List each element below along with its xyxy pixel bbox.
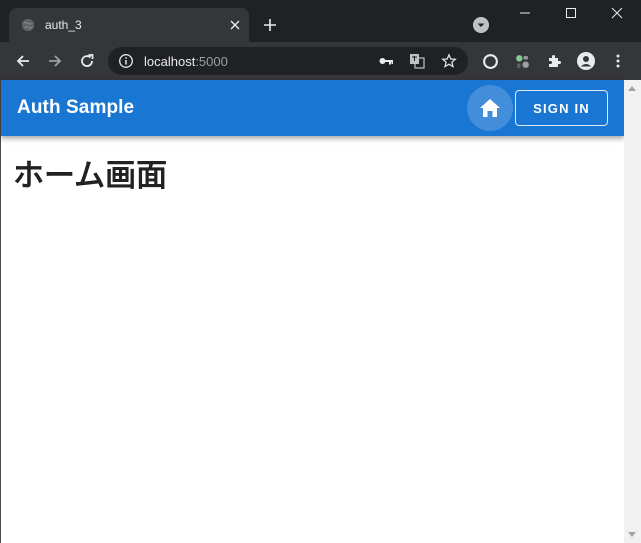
tab-active[interactable]: auth_3 (9, 8, 249, 42)
home-icon (480, 99, 500, 117)
puzzle-icon[interactable] (544, 51, 564, 71)
vertical-scrollbar[interactable] (624, 80, 641, 543)
star-icon[interactable] (441, 53, 457, 69)
plus-icon[interactable] (262, 17, 278, 33)
tab-strip: auth_3 (0, 0, 641, 42)
browser-toolbar: localhost:5000 (0, 42, 641, 80)
forward-icon[interactable] (45, 51, 65, 71)
key-icon[interactable] (378, 53, 394, 69)
url-host: localhost (144, 54, 196, 69)
info-icon[interactable] (118, 53, 134, 69)
window-close-icon[interactable] (609, 5, 625, 21)
translate-icon[interactable] (409, 53, 425, 69)
app-title: Auth Sample (17, 97, 135, 118)
globe-icon (21, 18, 35, 32)
url-port: :5000 (195, 54, 228, 69)
more-icon[interactable] (608, 51, 628, 71)
address-bar[interactable]: localhost:5000 (108, 47, 468, 75)
extension-compass-icon[interactable] (480, 51, 500, 71)
reload-icon[interactable] (77, 51, 97, 71)
home-button[interactable] (467, 85, 513, 131)
scroll-down-arrow[interactable] (628, 532, 636, 537)
scroll-up-arrow[interactable] (628, 86, 636, 91)
url-text: localhost:5000 (144, 54, 228, 69)
tab-search-icon[interactable] (473, 17, 489, 33)
sign-in-button[interactable]: SIGN IN (515, 90, 608, 126)
extension-tool-icon[interactable] (512, 51, 532, 71)
maximize-icon[interactable] (563, 5, 579, 21)
profile-icon[interactable] (576, 51, 596, 71)
minimize-icon[interactable] (517, 5, 533, 21)
app-bar: Auth Sample SIGN IN (1, 80, 624, 136)
back-icon[interactable] (13, 51, 33, 71)
close-icon[interactable] (227, 17, 243, 33)
tab-title: auth_3 (45, 18, 82, 32)
page-title: ホーム画面 (13, 158, 168, 194)
browser-window: auth_3 localhost:5000 Auth Sample SIGN I… (0, 0, 641, 543)
page-viewport: Auth Sample SIGN IN ホーム画面 (0, 80, 641, 543)
